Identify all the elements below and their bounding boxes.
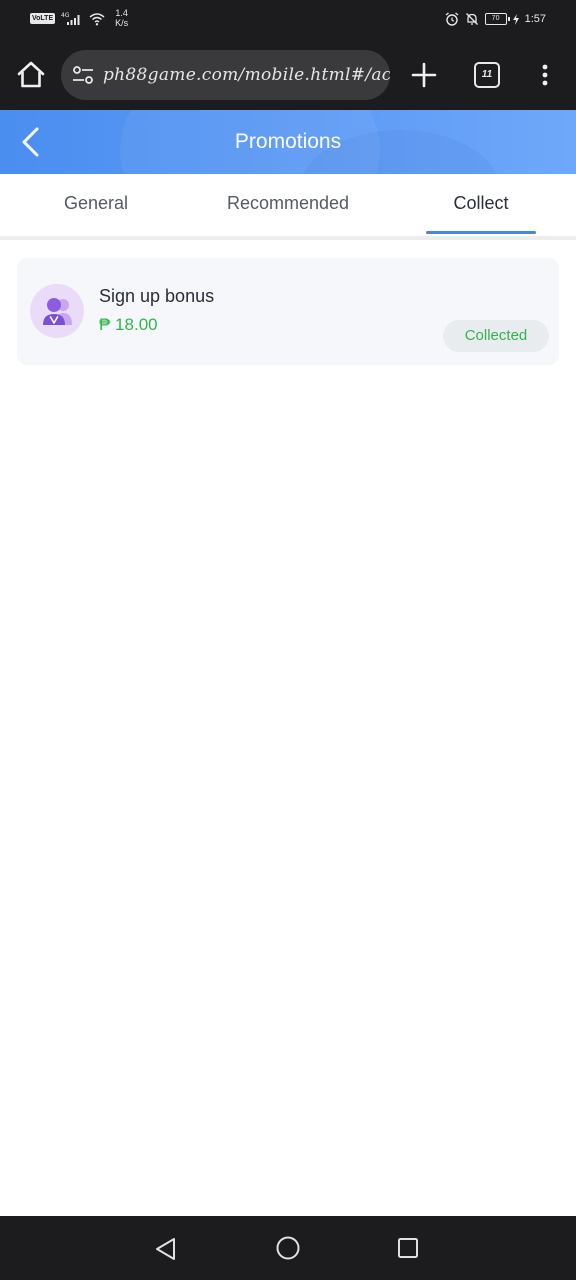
system-nav-bar [0, 1216, 576, 1280]
more-menu-icon[interactable] [534, 62, 556, 88]
promotion-amount: ₱ 18.00 [99, 315, 158, 334]
tab-general[interactable]: General [30, 193, 162, 214]
user-vip-icon [43, 298, 72, 325]
home-icon[interactable] [14, 58, 48, 92]
wifi-icon [89, 13, 105, 26]
nav-back-icon[interactable] [152, 1235, 180, 1263]
mute-bell-icon [465, 13, 478, 25]
address-bar[interactable]: ph88game.com/mobile.html#/acti [61, 50, 390, 100]
collected-status-badge: Collected [443, 320, 549, 352]
network-speed-value: 1.4 [115, 8, 128, 18]
network-speed: 1.4 K/s [115, 8, 128, 28]
alarm-icon [445, 12, 458, 26]
nav-home-icon[interactable] [275, 1235, 301, 1261]
promotion-title: Sign up bonus [99, 286, 215, 306]
clock: 1:57 [524, 13, 546, 25]
tab-collect[interactable]: Collect [426, 193, 536, 214]
promotion-avatar [30, 284, 84, 338]
page-title: Promotions [234, 130, 342, 153]
browser-toolbar: ph88game.com/mobile.html#/acti 11 [0, 42, 576, 110]
tab-switcher-button[interactable]: 11 [474, 62, 500, 88]
tab-divider [0, 236, 576, 240]
network-speed-unit: K/s [115, 18, 129, 28]
signal-icon: 4G [61, 12, 80, 25]
promotion-tabs: General Recommended Collect [0, 174, 576, 236]
charging-icon [512, 13, 519, 25]
url-text[interactable]: ph88game.com/mobile.html#/acti [103, 65, 390, 85]
status-left-group: VoLTE 4G 1.4 K/s [30, 8, 128, 28]
nav-recent-apps-icon[interactable] [396, 1236, 420, 1260]
battery-icon: 70 [484, 13, 510, 25]
tab-count: 11 [481, 69, 493, 80]
volte-badge: VoLTE [30, 13, 56, 24]
app-header: Promotions [0, 110, 576, 174]
site-settings-icon[interactable] [71, 65, 95, 85]
status-right-group: 70 1:57 [445, 12, 546, 26]
new-tab-icon[interactable] [408, 59, 440, 91]
promotion-card[interactable]: Sign up bonus ₱ 18.00 Collected [17, 258, 559, 365]
active-tab-indicator [426, 231, 536, 234]
status-bar: VoLTE 4G 1.4 K/s 70 1:57 [0, 0, 576, 42]
battery-level: 70 [491, 15, 500, 22]
network-type: 4G [61, 12, 70, 19]
tab-recommended[interactable]: Recommended [212, 193, 364, 214]
